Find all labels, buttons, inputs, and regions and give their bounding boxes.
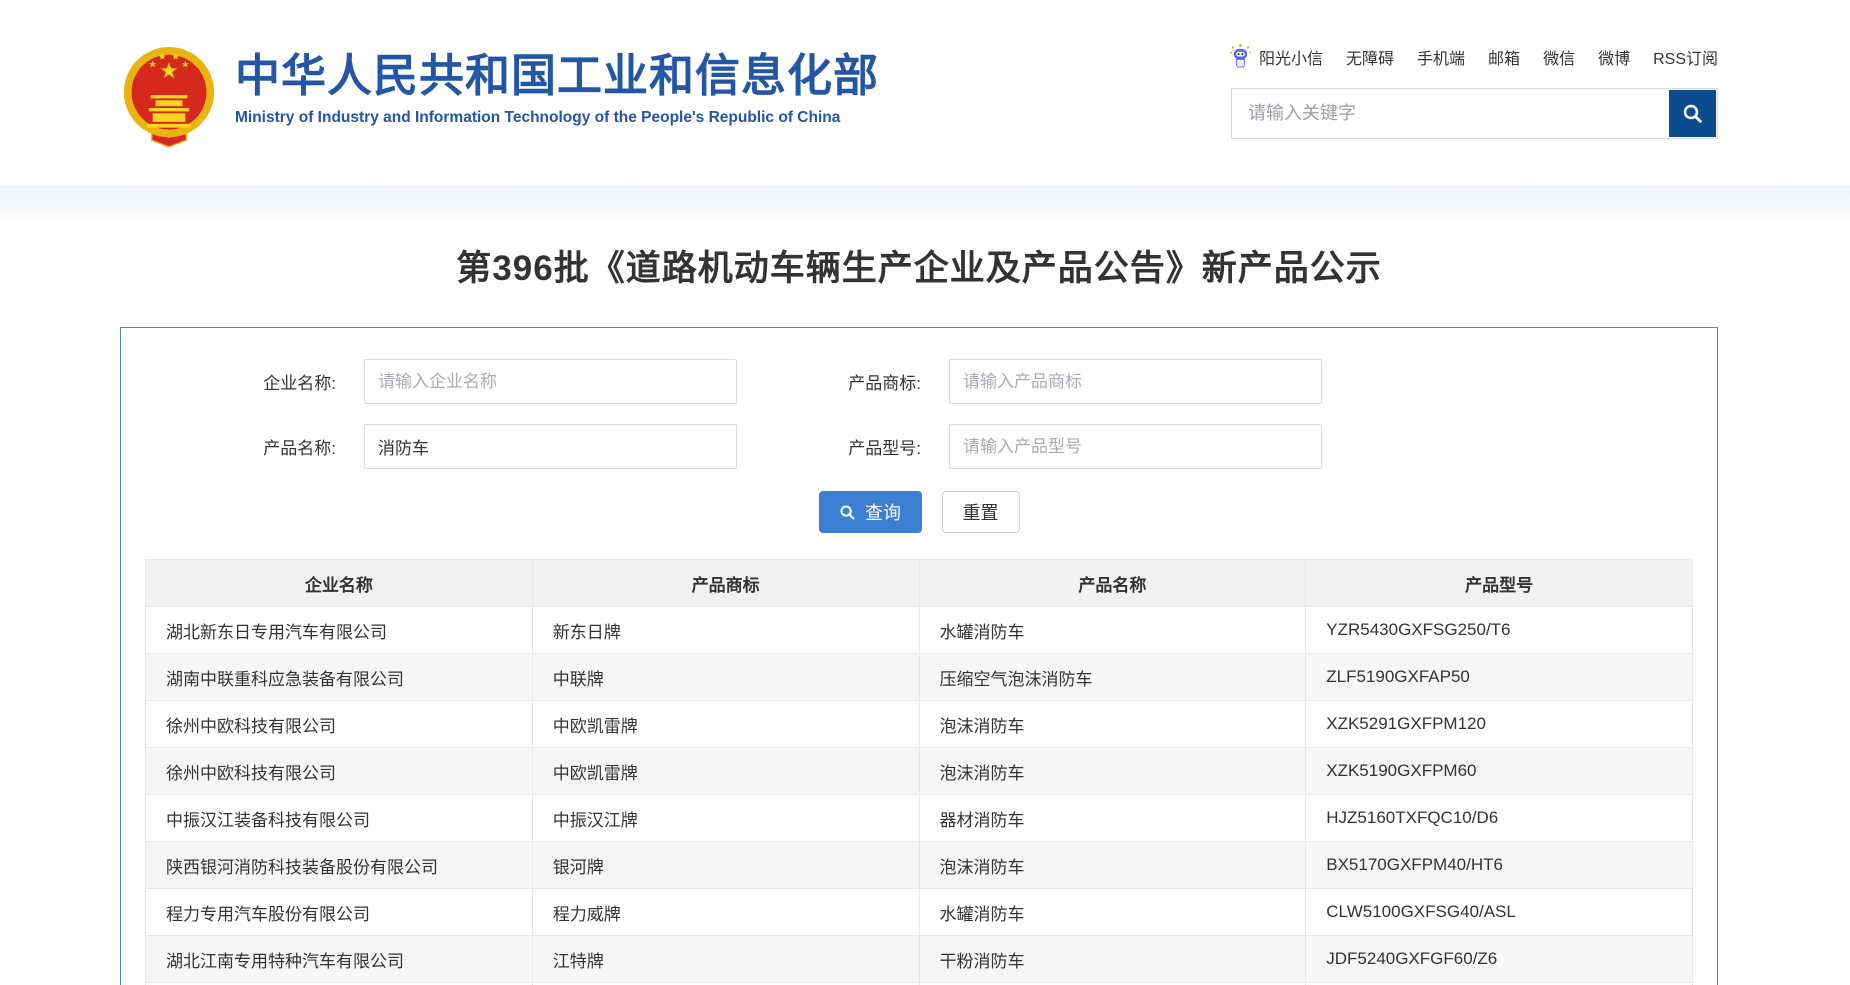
reset-button[interactable]: 重置	[942, 491, 1020, 533]
table-cell: ZLF5190GXFAP50	[1306, 654, 1693, 701]
table-cell: 银河牌	[532, 842, 919, 889]
table-row: 徐州中欧科技有限公司中欧凯雷牌泡沫消防车XZK5190GXFPM60	[146, 748, 1693, 795]
table-cell: 泡沫消防车	[919, 748, 1306, 795]
table-row: 程力专用汽车股份有限公司程力威牌水罐消防车CLW5100GXFSG40/ASL	[146, 889, 1693, 936]
query-panel: 企业名称: 产品商标: 产品名称: 产品型号: 查询 重置	[120, 327, 1718, 985]
table-cell: 水罐消防车	[919, 889, 1306, 936]
site-search-bar	[1231, 88, 1718, 139]
nav-link-wechat[interactable]: 微信	[1543, 45, 1575, 69]
site-title-en: Ministry of Industry and Information Tec…	[235, 109, 879, 127]
nav-label-yangguang-xiaoxin[interactable]: 阳光小信	[1259, 45, 1323, 69]
site-titles: 中华人民共和国工业和信息化部 Ministry of Industry and …	[235, 44, 879, 127]
table-cell: JDF5240GXFGF60/Z6	[1306, 936, 1693, 983]
nav-link-mail[interactable]: 邮箱	[1488, 45, 1520, 69]
form-actions: 查询 重置	[121, 491, 1717, 533]
table-cell: 陕西银河消防科技装备股份有限公司	[146, 842, 533, 889]
product-brand-label: 产品商标:	[811, 369, 921, 394]
query-button[interactable]: 查询	[819, 491, 922, 533]
table-cell: YZR5430GXFSG250/T6	[1306, 607, 1693, 654]
column-header-product: 产品名称	[919, 560, 1306, 607]
product-name-input[interactable]	[364, 424, 737, 469]
nav-link-yangguang-xiaoxin[interactable]: 阳光小信	[1229, 44, 1323, 69]
column-header-brand: 产品商标	[532, 560, 919, 607]
search-icon	[839, 504, 856, 521]
table-cell: 程力威牌	[532, 889, 919, 936]
page: 中华人民共和国工业和信息化部 Ministry of Industry and …	[0, 0, 1850, 985]
national-emblem-icon	[121, 44, 217, 148]
field-product-model: 产品型号:	[811, 424, 1322, 469]
table-row: 湖北新东日专用汽车有限公司新东日牌水罐消防车YZR5430GXFSG250/T6	[146, 607, 1693, 654]
table-cell: 江特牌	[532, 936, 919, 983]
table-row: 湖北江南专用特种汽车有限公司江特牌干粉消防车JDF5240GXFGF60/Z6	[146, 936, 1693, 983]
results-table: 企业名称 产品商标 产品名称 产品型号 湖北新东日专用汽车有限公司新东日牌水罐消…	[145, 559, 1693, 985]
table-header-row: 企业名称 产品商标 产品名称 产品型号	[146, 560, 1693, 607]
site-search-input[interactable]	[1232, 89, 1662, 137]
column-header-model: 产品型号	[1306, 560, 1693, 607]
site-title-zh: 中华人民共和国工业和信息化部	[235, 50, 879, 102]
table-cell: 中振汉江装备科技有限公司	[146, 795, 533, 842]
table-row: 陕西银河消防科技装备股份有限公司银河牌泡沫消防车BX5170GXFPM40/HT…	[146, 842, 1693, 889]
robot-icon	[1229, 44, 1252, 69]
table-cell: 湖北新东日专用汽车有限公司	[146, 607, 533, 654]
field-product-name: 产品名称:	[226, 424, 737, 469]
table-cell: CLW5100GXFSG40/ASL	[1306, 889, 1693, 936]
table-cell: 新东日牌	[532, 607, 919, 654]
table-cell: 湖北江南专用特种汽车有限公司	[146, 936, 533, 983]
table-cell: 中欧凯雷牌	[532, 701, 919, 748]
table-row: 中振汉江装备科技有限公司中振汉江牌器材消防车HJZ5160TXFQC10/D6	[146, 795, 1693, 842]
site-logo-link[interactable]: 中华人民共和国工业和信息化部 Ministry of Industry and …	[121, 44, 879, 148]
table-cell: 水罐消防车	[919, 607, 1306, 654]
company-name-label: 企业名称:	[226, 369, 336, 394]
table-row: 湖南中联重科应急装备有限公司中联牌压缩空气泡沫消防车ZLF5190GXFAP50	[146, 654, 1693, 701]
nav-link-weibo[interactable]: 微博	[1598, 45, 1630, 69]
table-cell: 中欧凯雷牌	[532, 748, 919, 795]
product-model-input[interactable]	[949, 424, 1322, 469]
results-table-head: 企业名称 产品商标 产品名称 产品型号	[146, 560, 1693, 607]
product-brand-input[interactable]	[949, 359, 1322, 404]
table-cell: 湖南中联重科应急装备有限公司	[146, 654, 533, 701]
utility-nav: 阳光小信 无障碍 手机端 邮箱 微信 微博 RSS订阅	[1229, 44, 1718, 69]
table-cell: 泡沫消防车	[919, 842, 1306, 889]
table-cell: 程力专用汽车股份有限公司	[146, 889, 533, 936]
results-table-body: 湖北新东日专用汽车有限公司新东日牌水罐消防车YZR5430GXFSG250/T6…	[146, 607, 1693, 983]
nav-link-mobile[interactable]: 手机端	[1417, 45, 1465, 69]
table-cell: BX5170GXFPM40/HT6	[1306, 842, 1693, 889]
table-cell: HJZ5160TXFQC10/D6	[1306, 795, 1693, 842]
nav-link-accessibility[interactable]: 无障碍	[1346, 45, 1394, 69]
table-cell: 徐州中欧科技有限公司	[146, 748, 533, 795]
product-model-label: 产品型号:	[811, 434, 921, 459]
query-button-label: 查询	[865, 499, 901, 525]
table-cell: 压缩空气泡沫消防车	[919, 654, 1306, 701]
table-row: 徐州中欧科技有限公司中欧凯雷牌泡沫消防车XZK5291GXFPM120	[146, 701, 1693, 748]
table-cell: 中联牌	[532, 654, 919, 701]
company-name-input[interactable]	[364, 359, 737, 404]
product-name-label: 产品名称:	[226, 434, 336, 459]
field-company-name: 企业名称:	[226, 359, 737, 404]
header-divider-band	[0, 186, 1850, 230]
page-title: 第396批《道路机动车辆生产企业及产品公告》新产品公示	[120, 240, 1718, 291]
nav-link-rss[interactable]: RSS订阅	[1653, 45, 1718, 69]
table-cell: 器材消防车	[919, 795, 1306, 842]
table-cell: 泡沫消防车	[919, 701, 1306, 748]
table-cell: 中振汉江牌	[532, 795, 919, 842]
table-cell: XZK5190GXFPM60	[1306, 748, 1693, 795]
table-cell: XZK5291GXFPM120	[1306, 701, 1693, 748]
field-product-brand: 产品商标:	[811, 359, 1322, 404]
site-search-button[interactable]	[1669, 90, 1716, 137]
column-header-company: 企业名称	[146, 560, 533, 607]
search-icon	[1681, 102, 1705, 126]
table-cell: 干粉消防车	[919, 936, 1306, 983]
table-cell: 徐州中欧科技有限公司	[146, 701, 533, 748]
